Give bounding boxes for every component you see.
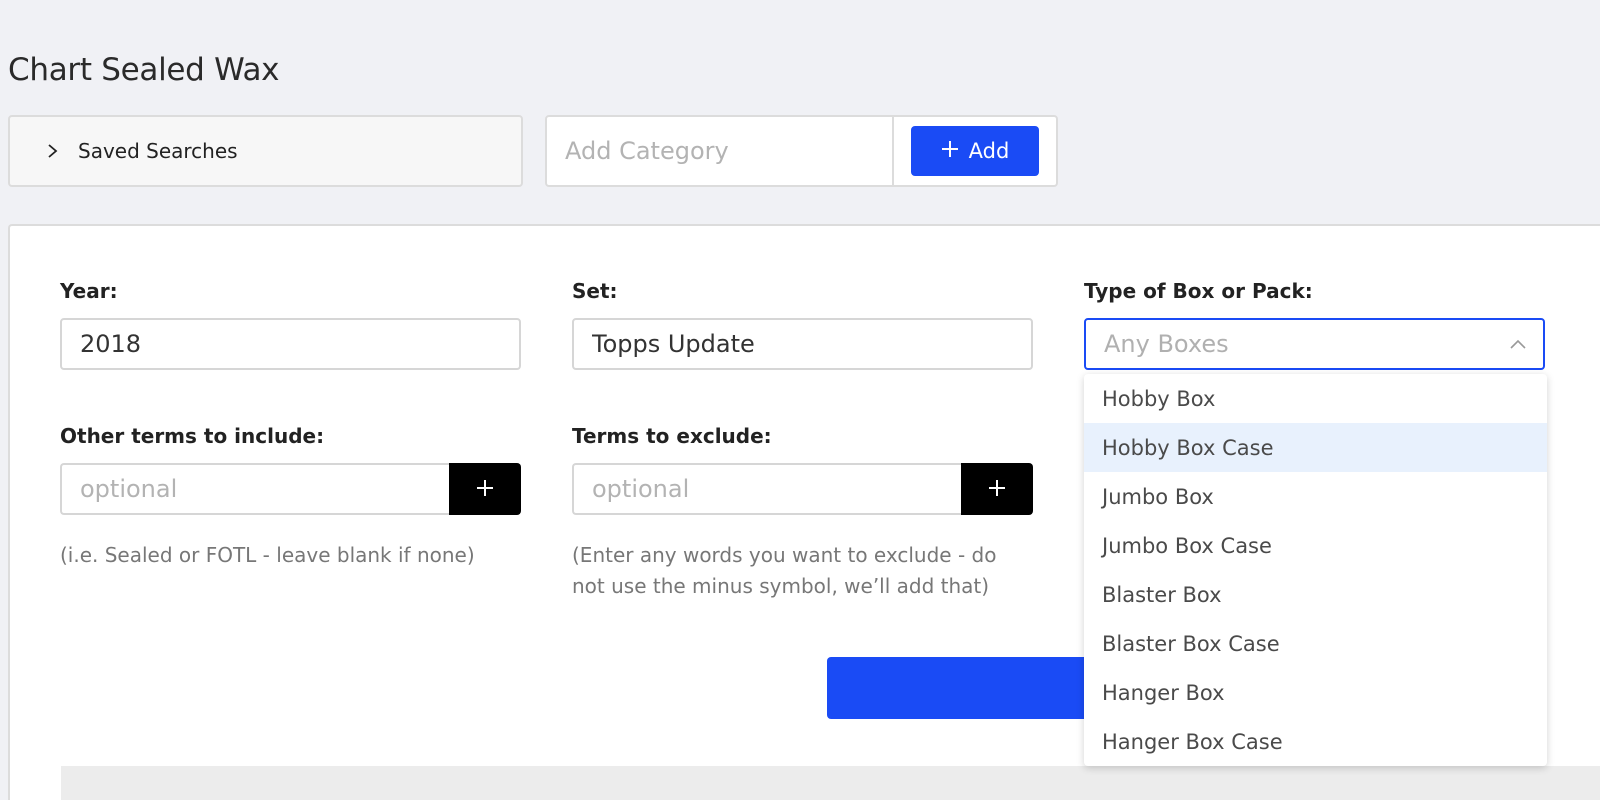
exclude-input[interactable] — [572, 463, 964, 515]
type-label: Type of Box or Pack: — [1084, 279, 1313, 303]
plus-icon — [476, 479, 494, 500]
add-category-input[interactable] — [547, 117, 894, 185]
plus-icon — [988, 479, 1006, 500]
dropdown-option[interactable]: Hanger Box — [1084, 668, 1547, 717]
year-label: Year: — [60, 279, 118, 303]
dropdown-option[interactable]: Hanger Box Case — [1084, 717, 1547, 766]
include-hint: (i.e. Sealed or FOTL - leave blank if no… — [60, 543, 475, 567]
submit-button[interactable] — [827, 657, 1127, 719]
exclude-hint-line1: (Enter any words you want to exclude - d… — [572, 543, 997, 567]
include-add-button[interactable] — [449, 463, 521, 515]
dropdown-option-highlighted[interactable]: Hobby Box Case — [1084, 423, 1547, 472]
year-input[interactable] — [60, 318, 521, 370]
dropdown-option[interactable]: Hobby Box — [1084, 374, 1547, 423]
exclude-label: Terms to exclude: — [572, 424, 772, 448]
dropdown-option[interactable]: Blaster Box Case — [1084, 619, 1547, 668]
type-dropdown-menu: Hobby Box Hobby Box Case Jumbo Box Jumbo… — [1084, 374, 1547, 766]
page-title: Chart Sealed Wax — [8, 52, 280, 88]
chevron-right-icon — [42, 140, 64, 162]
exclude-hint-line2: not use the minus symbol, we’ll add that… — [572, 574, 990, 598]
saved-searches-toggle[interactable]: Saved Searches — [8, 115, 523, 187]
set-label: Set: — [572, 279, 618, 303]
exclude-add-button[interactable] — [961, 463, 1033, 515]
saved-searches-label: Saved Searches — [78, 139, 238, 163]
dropdown-option[interactable]: Jumbo Box Case — [1084, 521, 1547, 570]
plus-icon — [941, 139, 959, 163]
dropdown-option[interactable]: Jumbo Box — [1084, 472, 1547, 521]
dropdown-option[interactable]: Blaster Box — [1084, 570, 1547, 619]
chevron-up-icon — [1509, 335, 1527, 354]
include-label: Other terms to include: — [60, 424, 325, 448]
add-category-group: Add — [545, 115, 1058, 187]
results-area — [61, 766, 1600, 800]
add-button-label: Add — [968, 139, 1010, 163]
type-select[interactable]: Any Boxes — [1084, 318, 1545, 370]
include-input[interactable] — [60, 463, 452, 515]
set-input[interactable] — [572, 318, 1033, 370]
type-select-placeholder: Any Boxes — [1104, 330, 1229, 358]
add-category-button[interactable]: Add — [911, 126, 1039, 176]
